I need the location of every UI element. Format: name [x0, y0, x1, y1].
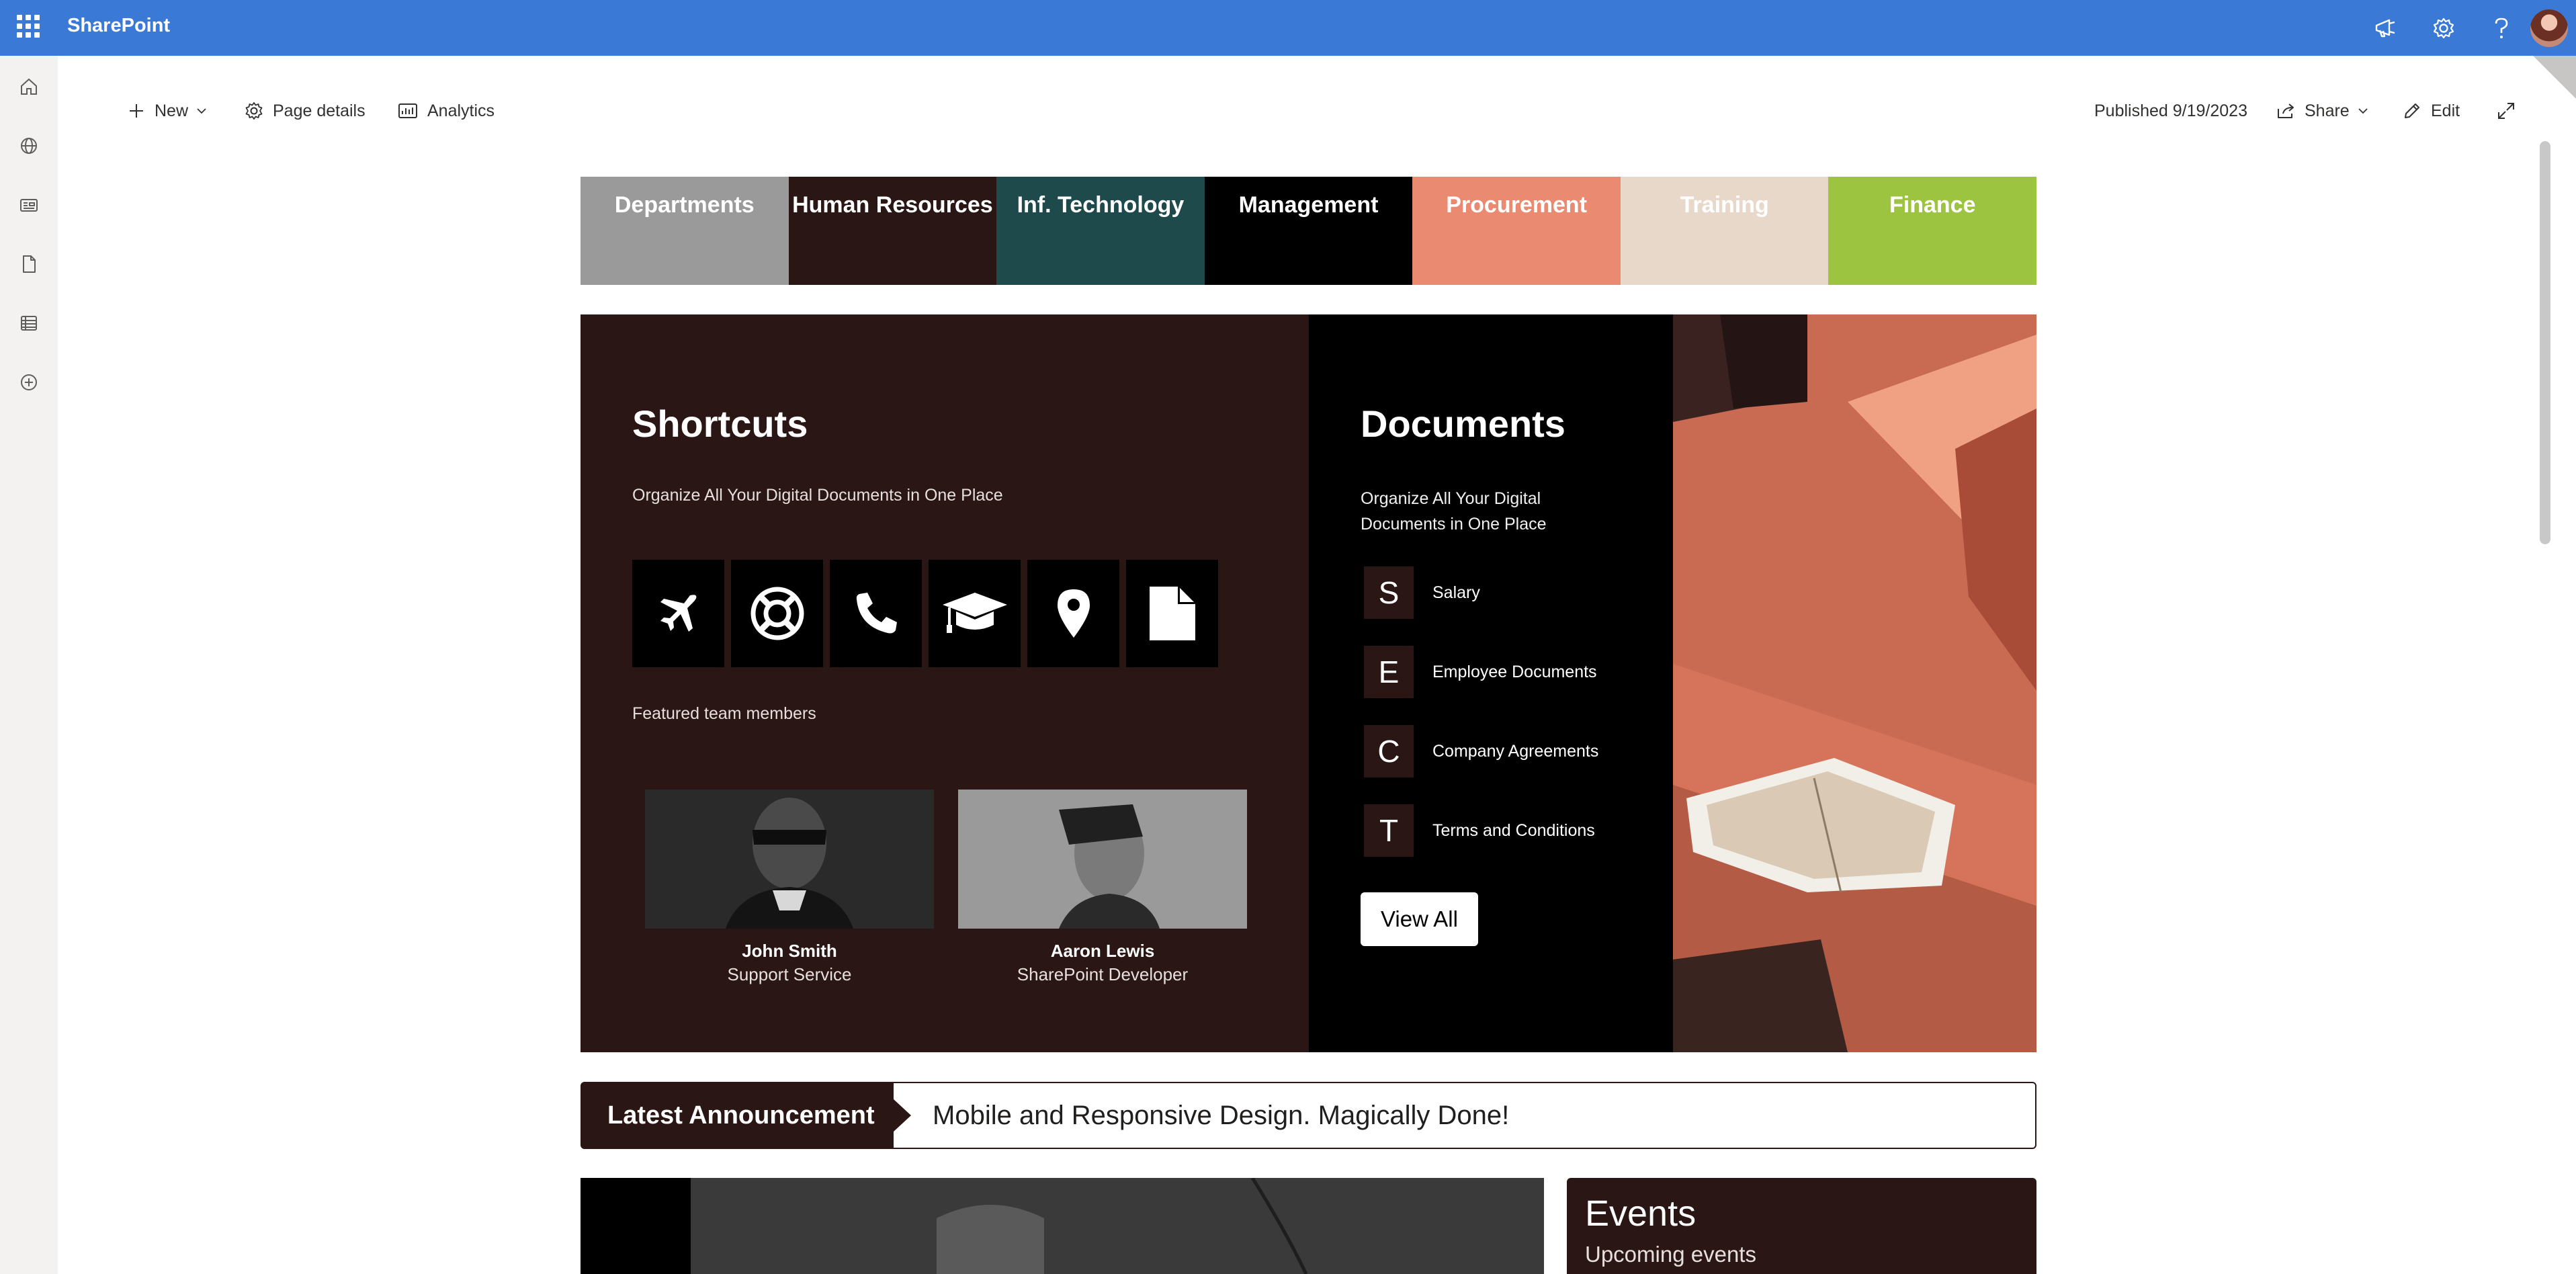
- megaphone-icon[interactable]: [2357, 0, 2415, 56]
- member-card[interactable]: John Smith Support Service: [645, 790, 934, 985]
- plus-icon: [130, 104, 143, 118]
- suite-bar: SharePoint: [0, 0, 2576, 56]
- shortcut-icons: [632, 560, 1218, 667]
- events-panel: Events Upcoming events: [1567, 1178, 2036, 1274]
- fullscreen-icon[interactable]: [2497, 95, 2525, 127]
- member-name: Aaron Lewis: [1050, 941, 1155, 961]
- airplane-icon[interactable]: [632, 560, 724, 667]
- pencil-icon: [2405, 103, 2419, 118]
- member-card[interactable]: Aaron Lewis SharePoint Developer: [958, 790, 1247, 985]
- gear-icon[interactable]: [2415, 0, 2473, 56]
- document-link-terms-and-conditions[interactable]: T Terms and Conditions: [1364, 804, 1595, 857]
- news-icon[interactable]: [0, 175, 58, 235]
- help-icon[interactable]: [2473, 0, 2530, 56]
- document-letter-badge: T: [1364, 804, 1414, 857]
- new-label: New: [155, 101, 189, 120]
- published-label: Published 9/19/2023: [2094, 101, 2247, 120]
- app-launcher-icon[interactable]: [17, 15, 40, 38]
- tile-training[interactable]: Training: [1620, 177, 1829, 285]
- document-link-company-agreements[interactable]: C Company Agreements: [1364, 725, 1598, 777]
- page-corner-fold: [2533, 56, 2576, 99]
- edit-button[interactable]: Edit: [2403, 95, 2460, 127]
- document-letter-badge: C: [1364, 725, 1414, 777]
- member-role: SharePoint Developer: [1017, 964, 1189, 984]
- featured-members-label: Featured team members: [632, 704, 816, 723]
- file-icon[interactable]: [0, 235, 58, 294]
- scrollbar-thumb[interactable]: [2540, 141, 2550, 544]
- shortcuts-panel: Shortcuts Organize All Your Digital Docu…: [581, 314, 1309, 1052]
- share-label: Share: [2305, 101, 2350, 120]
- add-circle-icon[interactable]: [0, 353, 58, 412]
- chevron-down-icon: [197, 108, 206, 114]
- department-tiles: Departments Human Resources Inf. Technol…: [581, 177, 2037, 285]
- member-photo: [645, 790, 934, 929]
- analytics-button[interactable]: Analytics: [398, 95, 495, 127]
- share-icon: [2278, 103, 2294, 118]
- page-details-label: Page details: [273, 101, 366, 120]
- documents-title: Documents: [1361, 402, 1565, 445]
- member-role: Support Service: [727, 964, 852, 984]
- list-icon[interactable]: [0, 294, 58, 353]
- analytics-icon: [398, 103, 417, 118]
- user-avatar[interactable]: [2530, 9, 2568, 47]
- edit-label: Edit: [2431, 101, 2460, 120]
- shortcuts-subtitle: Organize All Your Digital Documents in O…: [632, 486, 1003, 505]
- home-icon[interactable]: [0, 57, 58, 116]
- member-name: John Smith: [742, 941, 837, 961]
- news-image[interactable]: [581, 1178, 1544, 1274]
- document-letter-badge: S: [1364, 566, 1414, 619]
- tile-procurement[interactable]: Procurement: [1412, 177, 1621, 285]
- document-label: Salary: [1432, 583, 1480, 602]
- hero-section: Shortcuts Organize All Your Digital Docu…: [581, 314, 2036, 1052]
- published-status: Published 9/19/2023: [2094, 95, 2247, 127]
- tile-departments[interactable]: Departments: [581, 177, 789, 285]
- analytics-label: Analytics: [427, 101, 495, 120]
- document-label: Company Agreements: [1432, 741, 1599, 761]
- member-photo: [958, 790, 1247, 929]
- suite-icons: [2357, 0, 2576, 56]
- map-pin-icon[interactable]: [1027, 560, 1119, 667]
- graduation-cap-icon[interactable]: [929, 560, 1021, 667]
- new-button[interactable]: New: [128, 95, 207, 127]
- events-subtitle: Upcoming events: [1585, 1242, 1756, 1267]
- globe-icon[interactable]: [0, 116, 58, 175]
- document-link-salary[interactable]: S Salary: [1364, 566, 1480, 619]
- announcement-bar[interactable]: Latest Announcement Mobile and Responsiv…: [581, 1082, 2036, 1149]
- announcement-label: Latest Announcement: [582, 1083, 911, 1148]
- tile-finance[interactable]: Finance: [1828, 177, 2037, 285]
- gear-icon: [245, 102, 263, 120]
- view-all-button[interactable]: View All: [1361, 892, 1478, 946]
- document-link-employee-documents[interactable]: E Employee Documents: [1364, 646, 1597, 698]
- decorative-photo: [1673, 314, 2036, 1052]
- document-letter-badge: E: [1364, 646, 1414, 698]
- lifebuoy-icon[interactable]: [731, 560, 823, 667]
- tile-management[interactable]: Management: [1204, 177, 1413, 285]
- document-label: Terms and Conditions: [1432, 820, 1595, 840]
- document-icon[interactable]: [1126, 560, 1218, 667]
- share-button[interactable]: Share: [2276, 95, 2368, 127]
- tile-inf-technology[interactable]: Inf. Technology: [996, 177, 1205, 285]
- shortcuts-title: Shortcuts: [632, 402, 808, 445]
- documents-panel: Documents Organize All Your Digital Docu…: [1309, 314, 1673, 1052]
- left-rail: [0, 56, 58, 1274]
- announcement-text: Mobile and Responsive Design. Magically …: [933, 1100, 1510, 1130]
- phone-icon[interactable]: [830, 560, 922, 667]
- app-title[interactable]: SharePoint: [67, 15, 170, 37]
- page-details-button[interactable]: Page details: [245, 95, 366, 127]
- documents-subtitle: Organize All Your Digital Documents in O…: [1361, 489, 1547, 534]
- command-bar: New Page details Analytics Published 9/1…: [58, 56, 2542, 161]
- document-label: Employee Documents: [1432, 662, 1597, 681]
- chevron-down-icon: [2358, 108, 2368, 114]
- events-title: Events: [1585, 1193, 1697, 1234]
- tile-human-resources[interactable]: Human Resources: [788, 177, 997, 285]
